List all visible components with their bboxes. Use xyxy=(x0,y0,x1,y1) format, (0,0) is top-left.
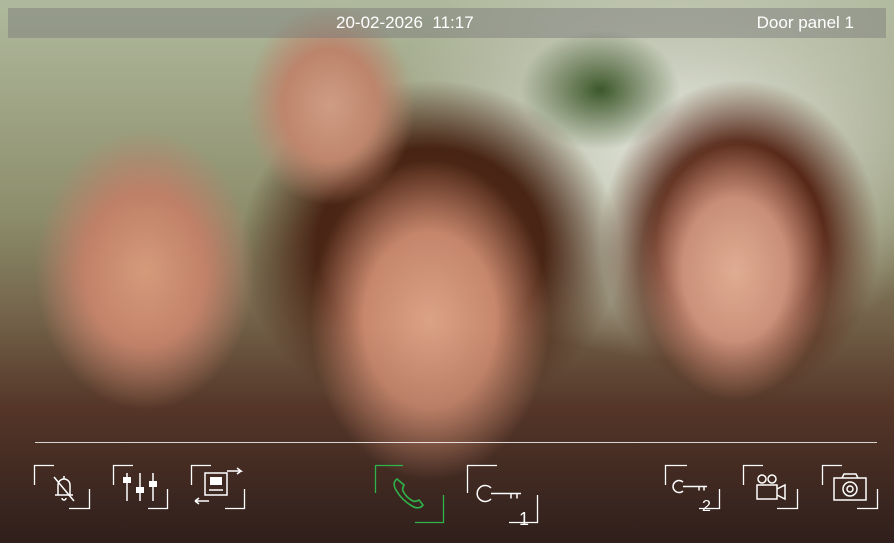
video-camera-icon xyxy=(742,464,799,510)
door-panel-name: Door panel 1 xyxy=(756,13,854,32)
video-shade xyxy=(0,0,894,543)
snapshot-button[interactable] xyxy=(821,464,879,510)
unlock-2-label: 2 xyxy=(702,498,711,515)
date-time: 20-02-2026 11:17 xyxy=(336,13,474,32)
unlock-1-label: 1 xyxy=(519,509,530,529)
photo-camera-icon xyxy=(821,464,879,510)
camera-switch-button[interactable] xyxy=(742,464,799,510)
bell-off-icon xyxy=(33,464,91,510)
video-feed: 20-02-2026 11:17 Door panel 1 1 2 xyxy=(0,0,894,543)
mute-button[interactable] xyxy=(33,464,91,510)
intercom-transfer-icon xyxy=(190,464,246,510)
toolbar-divider xyxy=(35,442,877,443)
settings-button[interactable] xyxy=(112,464,169,510)
unlock-2-button[interactable]: 2 xyxy=(664,464,721,515)
key-icon xyxy=(664,464,721,510)
unlock-1-button[interactable]: 1 xyxy=(466,464,539,528)
call-button[interactable] xyxy=(374,464,445,524)
transfer-button[interactable] xyxy=(190,464,246,510)
sliders-icon xyxy=(112,464,169,510)
phone-handset-icon xyxy=(374,464,445,524)
status-bar: 20-02-2026 11:17 Door panel 1 xyxy=(8,8,886,38)
